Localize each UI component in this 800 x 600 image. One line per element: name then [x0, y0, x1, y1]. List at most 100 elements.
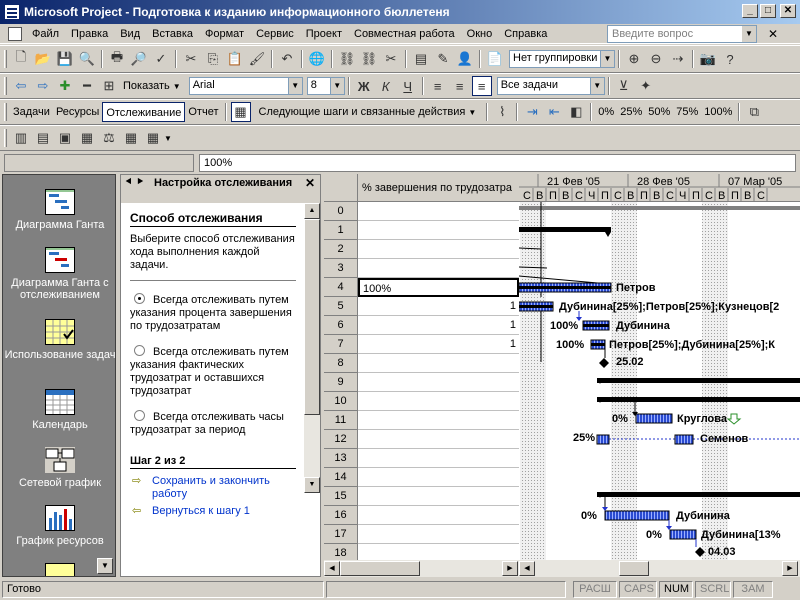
plus-icon[interactable]: ✚ [55, 76, 75, 96]
view-resource-graph[interactable]: График ресурсов [3, 505, 115, 547]
tab-tasks[interactable]: Задачи [10, 102, 53, 122]
percent-25-button[interactable]: 25% [617, 102, 645, 122]
update-as-scheduled-icon[interactable]: ⇥ [522, 102, 542, 122]
menu-collaborate[interactable]: Совместная работа [348, 24, 461, 44]
percent-100-button[interactable]: 100% [701, 102, 735, 122]
percent-work-cell[interactable] [358, 449, 519, 468]
row-id[interactable]: 2 [324, 240, 358, 259]
view-gantt-chart[interactable]: Диаграмма Ганта [3, 189, 115, 231]
minimize-button[interactable]: _ [742, 4, 758, 18]
print-preview-icon[interactable]: 🔎 [129, 49, 149, 69]
row-id[interactable]: 12 [324, 430, 358, 449]
scroll-left-button[interactable]: ◀ [324, 561, 340, 576]
filter-select[interactable]: Все задачи ▼ [496, 77, 605, 95]
percent-75-button[interactable]: 75% [673, 102, 701, 122]
task-info-icon[interactable]: ▤ [411, 49, 431, 69]
percent-work-cell[interactable] [358, 259, 519, 278]
percent-work-cell[interactable] [358, 525, 519, 544]
percent-work-cell[interactable] [358, 221, 519, 240]
chevron-down-icon[interactable]: ▼ [329, 78, 344, 94]
split-task-icon[interactable]: ✂ [381, 49, 401, 69]
view-icon[interactable]: ▥ [11, 128, 31, 148]
goto-task-icon[interactable]: ⇢ [668, 49, 688, 69]
tracking-chart-icon[interactable]: ⌇ [492, 102, 512, 122]
tab-resources[interactable]: Ресурсы [53, 102, 102, 122]
hyperlink-icon[interactable]: 🌐 [307, 49, 327, 69]
minus-icon[interactable]: ━ [77, 76, 97, 96]
menu-window[interactable]: Окно [461, 24, 499, 44]
percent-work-cell[interactable] [358, 544, 519, 560]
menu-project[interactable]: Проект [300, 24, 348, 44]
cut-icon[interactable]: ✂ [181, 49, 201, 69]
arrow-right-icon[interactable]: ⇨ [33, 76, 53, 96]
row-id[interactable]: 1 [324, 221, 358, 240]
save-icon[interactable]: 💾 [55, 49, 75, 69]
percent-work-cell[interactable]: 1 [358, 297, 519, 316]
scroll-thumb[interactable] [619, 561, 649, 576]
row-id[interactable]: 17 [324, 525, 358, 544]
balance-icon[interactable]: ⚖ [99, 128, 119, 148]
font-select[interactable]: Arial ▼ [188, 77, 303, 95]
scroll-right-button[interactable]: ▶ [502, 561, 518, 576]
maximize-button[interactable]: □ [760, 4, 776, 18]
chevron-down-icon[interactable]: ▼ [173, 82, 181, 91]
chevron-down-icon[interactable]: ▼ [742, 26, 756, 42]
row-id[interactable]: 13 [324, 449, 358, 468]
back-to-step1-link[interactable]: ⇦ Вернуться к шагу 1 [130, 505, 296, 518]
print-icon[interactable]: 🖶 [107, 49, 127, 69]
help-icon[interactable]: ? [720, 49, 740, 69]
view-task-usage[interactable]: Использование задач [3, 319, 115, 361]
percent-work-cell[interactable] [358, 468, 519, 487]
percent-work-cell[interactable]: 1 [358, 335, 519, 354]
scroll-down-button[interactable]: ▼ [97, 558, 113, 574]
tab-report[interactable]: Отчет [185, 102, 221, 122]
percent-work-cell[interactable] [358, 354, 519, 373]
save-and-finish-link[interactable]: ⇨ Сохранить и закончить работу [130, 475, 296, 501]
menu-file[interactable]: Файл [26, 24, 65, 44]
toolbar-grip[interactable] [4, 50, 7, 68]
publish-icon[interactable]: 📄 [485, 49, 505, 69]
chevron-down-icon[interactable]: ▼ [164, 134, 172, 143]
open-icon[interactable]: 📂 [33, 49, 53, 69]
align-center-icon[interactable]: ≡ [450, 76, 470, 96]
format-painter-icon[interactable]: 🖌 [247, 49, 267, 69]
percent-50-button[interactable]: 50% [645, 102, 673, 122]
percent-work-cell[interactable] [358, 487, 519, 506]
assign-resources-icon[interactable]: 👤 [455, 49, 475, 69]
autofilter-icon[interactable]: ⊻ [614, 76, 634, 96]
toolbar-grip[interactable] [4, 129, 7, 147]
row-id[interactable]: 18 [324, 544, 358, 560]
gantt-horizontal-scrollbar[interactable]: ◀ ▶ [519, 560, 800, 577]
align-left-icon[interactable]: ≡ [428, 76, 448, 96]
scroll-thumb[interactable] [340, 561, 420, 576]
close-icon[interactable]: ✕ [305, 176, 315, 190]
sheet-icon[interactable]: ▦ [121, 128, 141, 148]
percent-work-cell[interactable] [358, 506, 519, 525]
row-id[interactable]: 10 [324, 392, 358, 411]
zoom-in-icon[interactable]: ⊕ [624, 49, 644, 69]
percent-work-cell[interactable] [358, 202, 519, 221]
underline-button[interactable]: Ч [398, 76, 418, 96]
calculator-icon[interactable]: ▦ [77, 128, 97, 148]
copy-icon[interactable]: ⎘ [203, 49, 223, 69]
table-icon[interactable]: ▦ [143, 128, 163, 148]
link-tasks-icon[interactable]: ⛓ [337, 49, 357, 69]
row-id[interactable]: 14 [324, 468, 358, 487]
column-header-percent-work[interactable]: % завершения по трудозатра [362, 182, 512, 194]
table-horizontal-scrollbar[interactable]: ◀ ▶ [324, 560, 519, 577]
row-id[interactable]: 11 [324, 411, 358, 430]
chevron-down-icon[interactable]: ▼ [468, 108, 476, 117]
side-pane-scrollbar[interactable]: ▲ ▼ [304, 203, 320, 493]
row-id[interactable]: 6 [324, 316, 358, 335]
undo-icon[interactable]: ↶ [277, 49, 297, 69]
new-icon[interactable]: 🗋 [11, 49, 31, 69]
view-network-diagram[interactable]: Сетевой график [3, 447, 115, 489]
percent-work-cell[interactable] [358, 430, 519, 449]
row-id[interactable]: 0 [324, 202, 358, 221]
scroll-left-button[interactable]: ◀ [519, 561, 535, 576]
workgroup-icon[interactable]: ⧉ [744, 102, 764, 122]
chevron-down-icon[interactable]: ▼ [600, 51, 614, 67]
row-id[interactable]: 8 [324, 354, 358, 373]
show-dropdown[interactable]: Показать [120, 76, 173, 96]
gantt-wizard-icon[interactable]: ✦ [636, 76, 656, 96]
